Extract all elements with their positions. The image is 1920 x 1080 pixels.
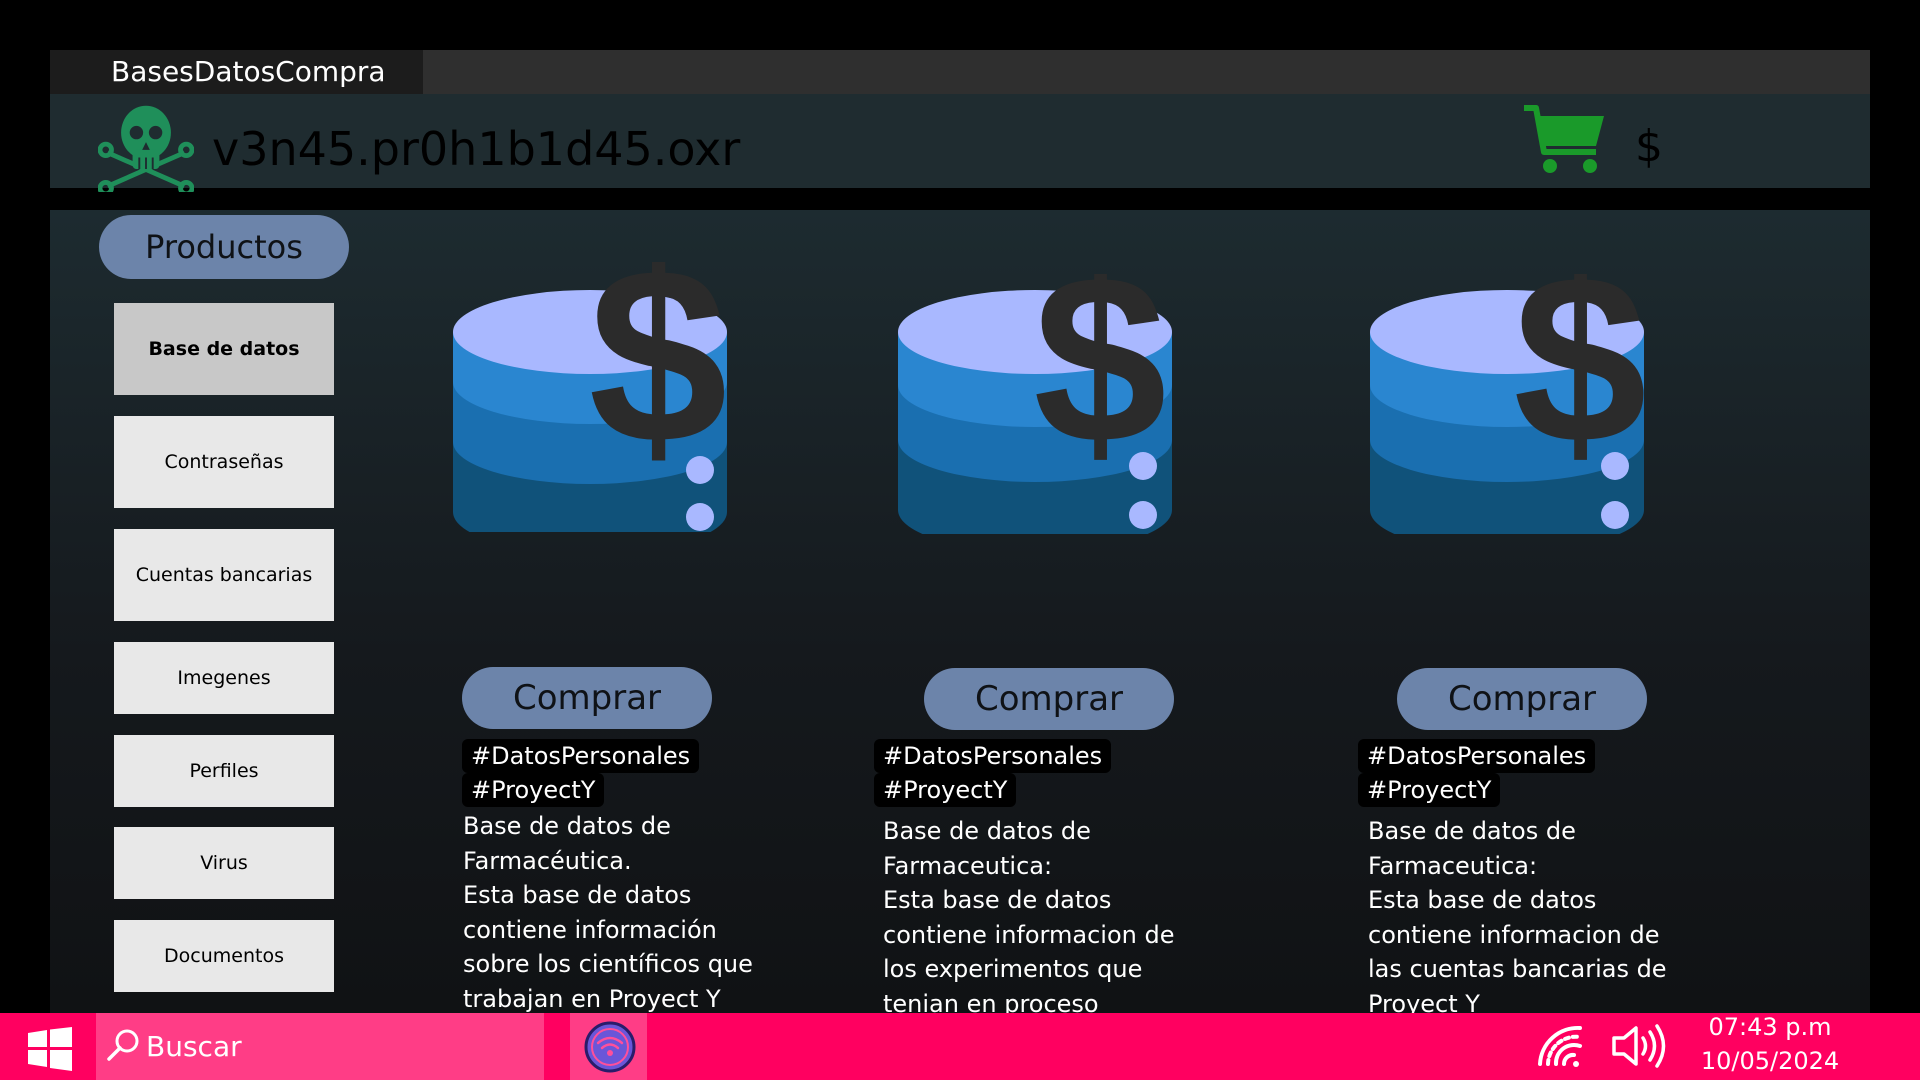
buy-button-2[interactable]: Comprar [924, 668, 1174, 730]
sidebar-item-documentos[interactable]: Documentos [114, 920, 334, 992]
svg-text:$: $ [588, 262, 727, 495]
tag[interactable]: #DatosPersonales [874, 739, 1112, 773]
balance-symbol: $ [1635, 121, 1663, 172]
tag[interactable]: #ProyectY [874, 773, 1017, 807]
cart-icon[interactable] [1522, 102, 1608, 176]
products-heading[interactable]: Productos [99, 215, 349, 279]
svg-text:$: $ [1513, 274, 1646, 493]
svg-text:$: $ [1033, 274, 1166, 493]
main-panel: Productos Base de datos Contraseñas Cuen… [50, 210, 1870, 1052]
title-bar: BasesDatosCompra [50, 50, 1870, 94]
product-1-description: Base de datos de Farmacéutica. Esta base… [463, 812, 753, 1013]
database-dollar-icon: $ [453, 262, 728, 532]
sidebar-item-perfiles[interactable]: Perfiles [114, 735, 334, 807]
tag[interactable]: #DatosPersonales [462, 739, 700, 773]
clock-date[interactable]: 10/05/2024 [1700, 1046, 1840, 1076]
network-app-icon[interactable] [584, 1021, 636, 1073]
sidebar-item-imegenes[interactable]: Imegenes [114, 642, 334, 714]
sidebar-item-base-de-datos[interactable]: Base de datos [114, 303, 334, 395]
wifi-icon[interactable] [1536, 1024, 1586, 1070]
search-placeholder: Buscar [146, 1030, 242, 1063]
buy-button-1[interactable]: Comprar [462, 667, 712, 729]
buy-button-3[interactable]: Comprar [1397, 668, 1647, 730]
sidebar-item-cuentas-bancarias[interactable]: Cuentas bancarias [114, 529, 334, 621]
product-3-description: Base de datos de Farmaceutica: Esta base… [1368, 817, 1667, 1018]
app-window: BasesDatosCompra v3n45.pr0h1b1d45.oxr $ … [50, 50, 1870, 1052]
windows-start-icon[interactable] [28, 1027, 72, 1071]
product-2-tags: #DatosPersonales #ProyectY [874, 739, 1112, 807]
database-dollar-icon: $ [898, 274, 1172, 534]
product-3-tags: #DatosPersonales #ProyectY [1358, 739, 1596, 807]
volume-icon[interactable] [1610, 1022, 1668, 1070]
search-icon [107, 1029, 139, 1061]
database-dollar-icon: $ [1370, 274, 1647, 534]
tag[interactable]: #DatosPersonales [1358, 739, 1596, 773]
site-title: v3n45.pr0h1b1d45.oxr [212, 122, 741, 176]
sidebar-item-contrasenas[interactable]: Contraseñas [114, 416, 334, 508]
tag[interactable]: #ProyectY [1358, 773, 1501, 807]
skull-icon [98, 105, 194, 192]
window-tab[interactable]: BasesDatosCompra [50, 50, 423, 94]
product-1-tags: #DatosPersonales #ProyectY [462, 739, 700, 807]
tag[interactable]: #ProyectY [462, 773, 605, 807]
sidebar-item-virus[interactable]: Virus [114, 827, 334, 899]
clock-time[interactable]: 07:43 p.m [1700, 1012, 1840, 1042]
